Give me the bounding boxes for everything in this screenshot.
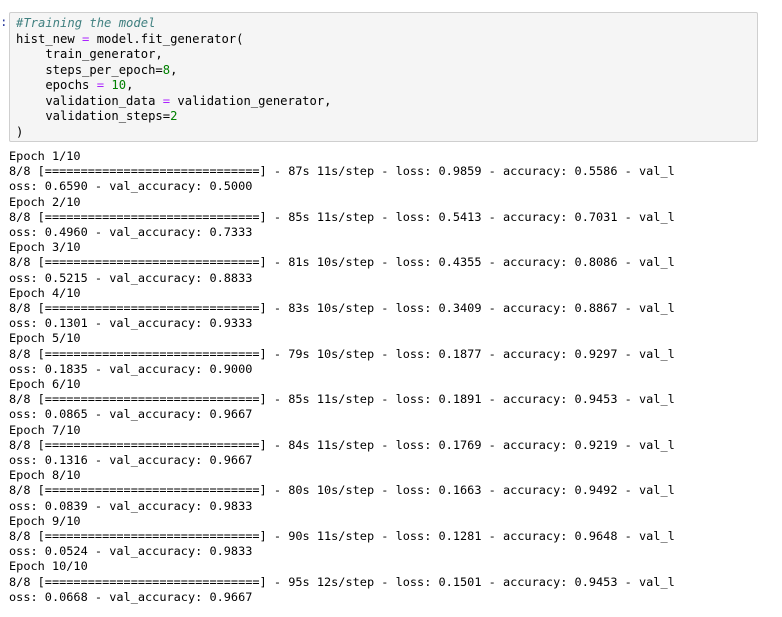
output-line: Epoch 10/10 bbox=[9, 559, 88, 574]
output-line: 8/8 [==============================] - 8… bbox=[9, 392, 675, 407]
code-close-paren: ) bbox=[16, 124, 24, 139]
output-line: Epoch 6/10 bbox=[9, 377, 81, 392]
output-line: 8/8 [==============================] - 9… bbox=[9, 529, 675, 544]
output-line: 8/8 [==============================] - 7… bbox=[9, 346, 675, 361]
code-arg-steps-end: , bbox=[170, 62, 178, 77]
output-line: 8/8 [==============================] - 8… bbox=[9, 301, 675, 316]
code-comment: #Training the model bbox=[16, 16, 156, 30]
output-line: 8/8 [==============================] - 8… bbox=[9, 437, 675, 452]
output-line: Epoch 5/10 bbox=[9, 331, 81, 346]
output-line: Epoch 7/10 bbox=[9, 422, 81, 437]
code-arg-epochs-name: epochs bbox=[16, 78, 97, 92]
output-line: oss: 0.1835 - val_accuracy: 0.9000 bbox=[9, 361, 253, 376]
code-operator: = bbox=[74, 31, 97, 46]
output-line: Epoch 3/10 bbox=[9, 240, 81, 255]
code-input-cell[interactable]: #Training the model hist_new = model.fit… bbox=[9, 12, 758, 142]
output-line: oss: 0.1301 - val_accuracy: 0.9333 bbox=[9, 316, 253, 331]
code-arg-steps-value: 8 bbox=[162, 62, 171, 77]
output-line: oss: 0.0839 - val_accuracy: 0.9833 bbox=[9, 498, 253, 513]
code-arg-steps-name: steps_per_epoch= bbox=[16, 62, 163, 77]
output-line: oss: 0.1316 - val_accuracy: 0.9667 bbox=[9, 453, 253, 468]
output-line: Epoch 1/10 bbox=[9, 149, 81, 163]
output-line: Epoch 2/10 bbox=[9, 194, 81, 209]
output-line: oss: 0.4960 - val_accuracy: 0.7333 bbox=[9, 225, 253, 240]
code-call: model.fit_generator( bbox=[96, 31, 244, 46]
cell-output: Epoch 1/10 8/8 [========================… bbox=[9, 149, 675, 605]
code-arg-valdata-name: validation_data bbox=[16, 93, 163, 108]
output-line: 8/8 [==============================] - 9… bbox=[9, 574, 675, 589]
output-line: oss: 0.5215 - val_accuracy: 0.8833 bbox=[9, 270, 253, 285]
output-line: oss: 0.0524 - val_accuracy: 0.9833 bbox=[9, 544, 253, 559]
output-line: oss: 0.0865 - val_accuracy: 0.9667 bbox=[9, 407, 253, 422]
output-line: 8/8 [==============================] - 8… bbox=[9, 483, 675, 498]
code-editor[interactable]: #Training the model hist_new = model.fit… bbox=[16, 16, 332, 140]
code-var: hist_new bbox=[16, 31, 75, 46]
code-arg-epochs-value: 10 bbox=[111, 78, 127, 92]
code-arg-valsteps-name: validation_steps= bbox=[16, 109, 171, 123]
output-line: oss: 0.6590 - val_accuracy: 0.5000 bbox=[9, 179, 253, 194]
output-line: Epoch 4/10 bbox=[9, 285, 81, 300]
code-arg-valdata-value: validation_generator, bbox=[170, 93, 332, 108]
code-arg-epochs-eq: = bbox=[96, 78, 105, 92]
output-line: 8/8 [==============================] - 8… bbox=[9, 209, 675, 224]
code-arg-train: train_generator, bbox=[16, 47, 163, 61]
input-prompt: : bbox=[0, 14, 8, 29]
output-line: 8/8 [==============================] - 8… bbox=[9, 255, 675, 270]
output-line: Epoch 8/10 bbox=[9, 468, 81, 483]
output-line: Epoch 9/10 bbox=[9, 513, 81, 528]
output-line: oss: 0.0668 - val_accuracy: 0.9667 bbox=[9, 589, 253, 604]
code-arg-epochs-end: , bbox=[126, 78, 134, 92]
code-arg-valdata-eq: = bbox=[162, 93, 171, 108]
code-arg-valsteps-value: 2 bbox=[170, 109, 178, 123]
output-line: 8/8 [==============================] - 8… bbox=[9, 164, 675, 179]
